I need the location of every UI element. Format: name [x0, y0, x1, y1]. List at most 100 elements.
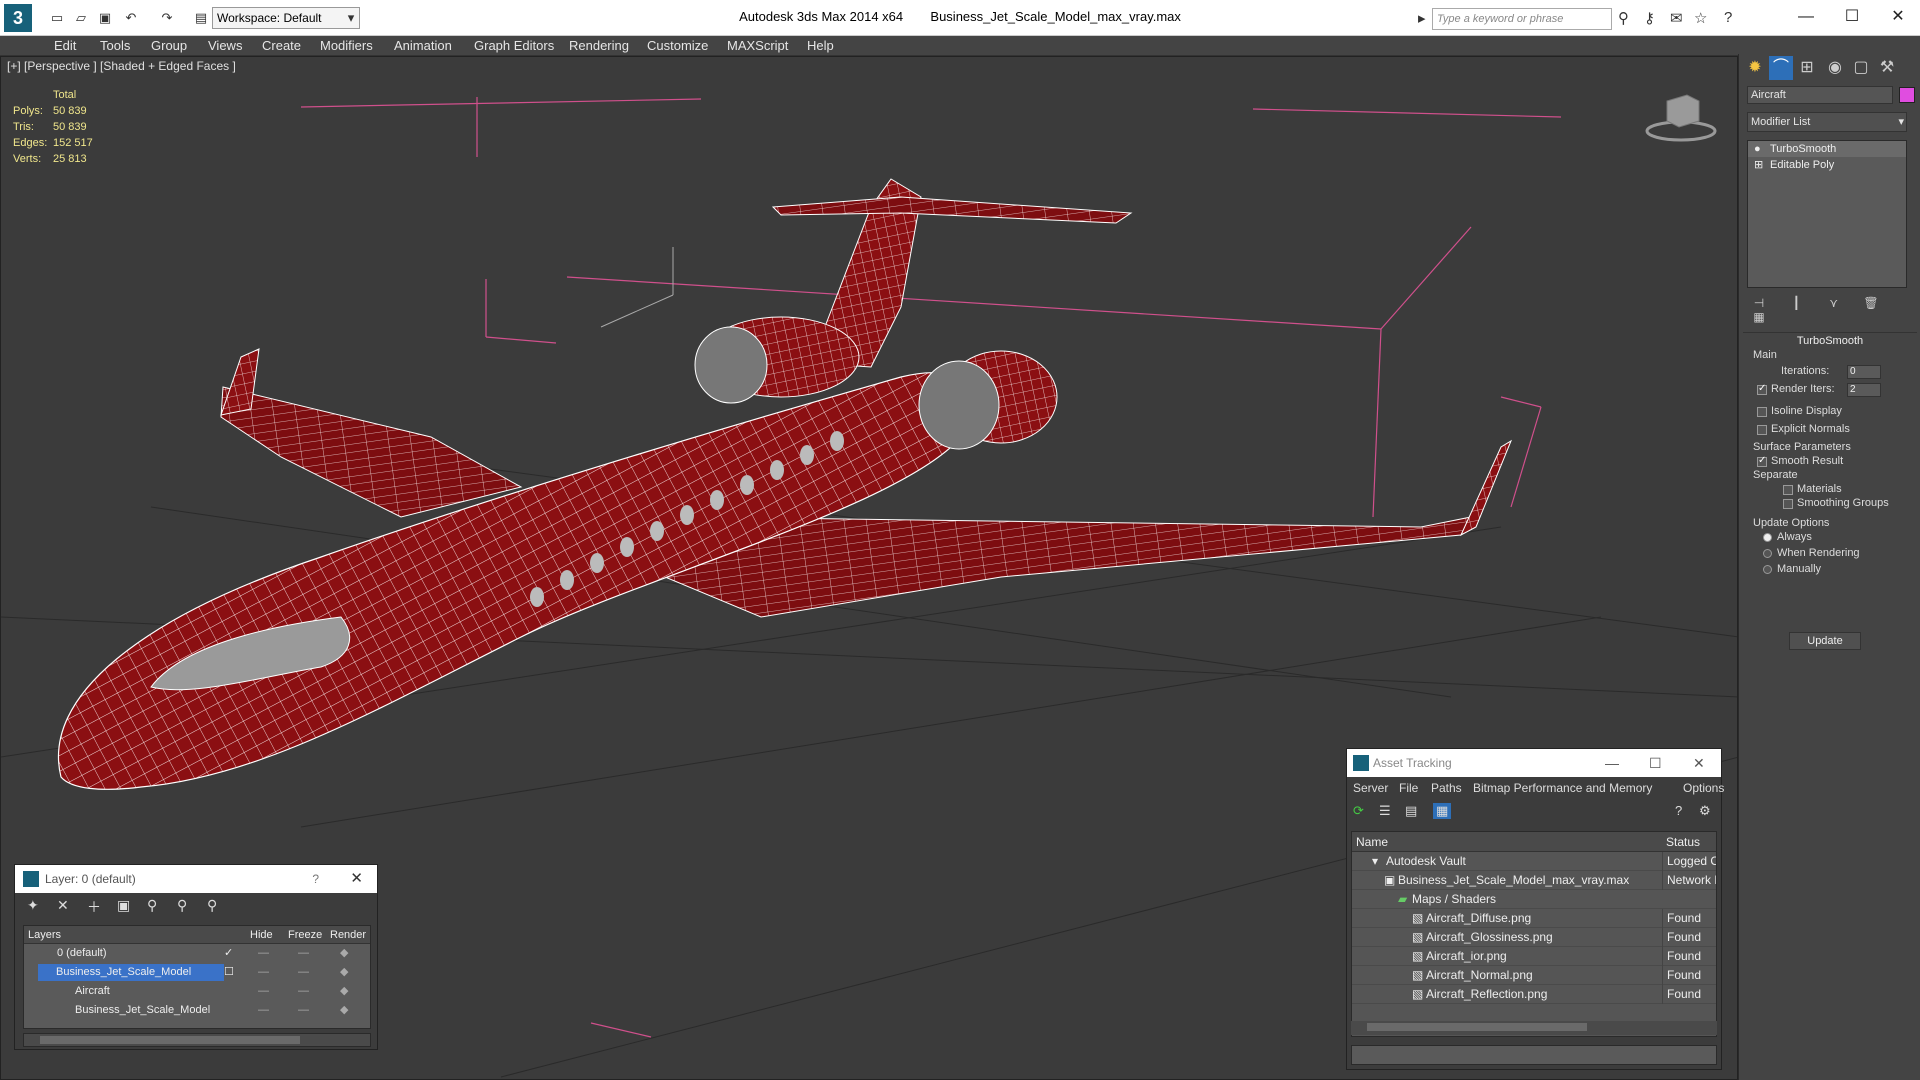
freeze-toggle[interactable]: — [298, 963, 309, 982]
menu-help[interactable]: Help [807, 38, 834, 53]
object-color-swatch[interactable] [1899, 87, 1915, 103]
modifier-list-dropdown[interactable]: Modifier List ▾ [1747, 112, 1907, 132]
binoculars-icon[interactable]: ⚲ [1618, 9, 1629, 27]
active-layer-check-icon[interactable]: ✓ [224, 944, 233, 963]
motion-tab-icon[interactable]: ◉ [1823, 56, 1847, 80]
render-teapot-icon[interactable]: ◆ [340, 963, 348, 982]
render-iters-spinner[interactable]: 2 [1847, 383, 1881, 397]
tree-view-icon[interactable]: ▤ [1405, 803, 1417, 819]
menu-server[interactable]: Server [1353, 781, 1388, 795]
subscription-icon[interactable]: ⚷ [1644, 9, 1655, 27]
modify-tab-icon[interactable]: ⌒ [1769, 56, 1793, 80]
table-view-icon[interactable]: ▦ [1433, 803, 1452, 819]
expand-arrow-icon[interactable]: ▸ [1418, 9, 1426, 27]
asset-row[interactable]: ▧ Aircraft_ior.png Found [1352, 947, 1716, 966]
help-icon[interactable]: ? [1675, 803, 1682, 818]
menu-graph-editors[interactable]: Graph Editors [474, 38, 554, 53]
make-unique-icon[interactable]: ⋎ [1822, 296, 1846, 310]
scrollbar-thumb[interactable] [40, 1036, 300, 1044]
asset-row[interactable]: ▣ Business_Jet_Scale_Model_max_vray.max … [1352, 871, 1716, 890]
asset-dialog-header[interactable]: Asset Tracking — ☐ ✕ [1347, 749, 1721, 777]
asset-row[interactable]: ▧ Aircraft_Reflection.png Found [1352, 985, 1716, 1004]
expand-plus-icon[interactable]: ⊞ [1754, 157, 1763, 173]
hide-toggle[interactable]: — [258, 1001, 269, 1020]
favorites-star-icon[interactable]: ☆ [1694, 9, 1707, 27]
smooth-result-checkbox[interactable] [1757, 455, 1767, 467]
add-to-layer-icon[interactable]: ＋ [87, 897, 101, 917]
hierarchy-tab-icon[interactable]: ⊞ [1795, 56, 1819, 80]
help-button[interactable]: ? [312, 865, 319, 893]
rollout-title[interactable]: TurboSmooth [1743, 335, 1917, 347]
menu-views[interactable]: Views [208, 38, 242, 53]
column-render[interactable]: Render [330, 929, 366, 941]
render-iters-checkbox[interactable] [1757, 383, 1767, 395]
smoothing-groups-checkbox[interactable] [1783, 499, 1793, 509]
lightbulb-icon[interactable]: ● [1754, 141, 1761, 157]
freeze-all-layers-icon[interactable]: ⚲ [207, 897, 217, 914]
materials-checkbox[interactable] [1783, 485, 1793, 495]
delete-layer-icon[interactable]: ✕ [57, 897, 69, 914]
isoline-display-checkbox[interactable] [1757, 407, 1767, 417]
stack-item-turbosmooth[interactable]: ● TurboSmooth [1748, 141, 1906, 157]
maximize-button[interactable]: ☐ [1832, 5, 1872, 29]
modifier-stack[interactable]: ● TurboSmooth ⊞ Editable Poly [1747, 140, 1907, 288]
menu-create[interactable]: Create [262, 38, 301, 53]
communication-icon[interactable]: ✉ [1670, 9, 1683, 27]
viewport-label[interactable]: [+] [Perspective ] [Shaded + Edged Faces… [7, 59, 236, 73]
manually-radio[interactable] [1763, 565, 1772, 574]
hide-toggle[interactable]: — [258, 963, 269, 982]
column-layers[interactable]: Layers [28, 929, 61, 941]
asset-row[interactable]: ▧ Aircraft_Glossiness.png Found [1352, 928, 1716, 947]
menu-edit[interactable]: Edit [54, 38, 76, 53]
stack-item-editable-poly[interactable]: ⊞ Editable Poly [1748, 157, 1906, 173]
highlight-layer-icon[interactable]: ⚲ [147, 897, 157, 914]
layer-row[interactable]: 0 (default) ✓ — — ◆ [24, 944, 370, 963]
viewcube-icon[interactable] [1641, 87, 1721, 147]
render-teapot-icon[interactable]: ◆ [340, 944, 348, 963]
object-name-field[interactable]: Aircraft [1747, 86, 1893, 104]
remove-modifier-icon[interactable]: 🗑 [1859, 296, 1883, 310]
close-button[interactable]: ✕ [1878, 5, 1918, 29]
hide-all-layers-icon[interactable]: ⚲ [177, 897, 187, 914]
menu-modifiers[interactable]: Modifiers [320, 38, 373, 53]
when-rendering-radio[interactable] [1763, 549, 1772, 558]
asset-row[interactable]: ▧ Aircraft_Diffuse.png Found [1352, 909, 1716, 928]
layer-dialog-header[interactable]: Layer: 0 (default) ? ✕ [15, 865, 377, 893]
column-freeze[interactable]: Freeze [288, 929, 322, 941]
render-teapot-icon[interactable]: ◆ [340, 1001, 348, 1020]
scrollbar-thumb[interactable] [1367, 1023, 1587, 1031]
create-tab-icon[interactable]: ✹ [1743, 56, 1767, 80]
column-name[interactable]: Name [1356, 835, 1388, 849]
layer-row[interactable]: Aircraft — — ◆ [24, 982, 370, 1001]
layer-row[interactable]: Business_Jet_Scale_Model — — ◆ [24, 1001, 370, 1020]
create-layer-icon[interactable]: ✦ [27, 897, 39, 914]
hide-toggle[interactable]: — [258, 944, 269, 963]
asset-row[interactable]: ▰ Maps / Shaders [1352, 890, 1716, 909]
layer-horizontal-scrollbar[interactable] [23, 1033, 371, 1047]
freeze-toggle[interactable]: — [298, 982, 309, 1001]
utilities-tab-icon[interactable]: ⚒ [1875, 56, 1899, 80]
minimize-button[interactable]: — [1605, 749, 1619, 777]
menu-bitmap-performance[interactable]: Bitmap Performance and Memory [1473, 781, 1652, 795]
freeze-toggle[interactable]: — [298, 944, 309, 963]
asset-row[interactable]: ▾ Autodesk Vault Logged Out [1352, 852, 1716, 871]
asset-row[interactable]: ▧ Aircraft_Normal.png Found [1352, 966, 1716, 985]
menu-file[interactable]: File [1399, 781, 1418, 795]
menu-group[interactable]: Group [151, 38, 187, 53]
update-button[interactable]: Update [1789, 632, 1861, 650]
close-button[interactable]: ✕ [1693, 749, 1705, 777]
menu-rendering[interactable]: Rendering [569, 38, 629, 53]
menu-maxscript[interactable]: MAXScript [727, 38, 788, 53]
refresh-icon[interactable]: ⟳ [1353, 803, 1364, 819]
column-hide[interactable]: Hide [250, 929, 273, 941]
configure-modifier-sets-icon[interactable]: ▦ [1747, 310, 1771, 324]
menu-options[interactable]: Options [1683, 781, 1724, 795]
pin-stack-icon[interactable]: ⊣ [1747, 296, 1771, 310]
render-teapot-icon[interactable]: ◆ [340, 982, 348, 1001]
active-layer-box-icon[interactable]: ☐ [224, 963, 234, 982]
display-tab-icon[interactable]: ▢ [1849, 56, 1873, 80]
search-input[interactable]: Type a keyword or phrase [1432, 8, 1612, 30]
show-end-result-icon[interactable]: ┃ [1784, 296, 1808, 310]
menu-customize[interactable]: Customize [647, 38, 708, 53]
asset-horizontal-scrollbar[interactable] [1351, 1021, 1717, 1035]
